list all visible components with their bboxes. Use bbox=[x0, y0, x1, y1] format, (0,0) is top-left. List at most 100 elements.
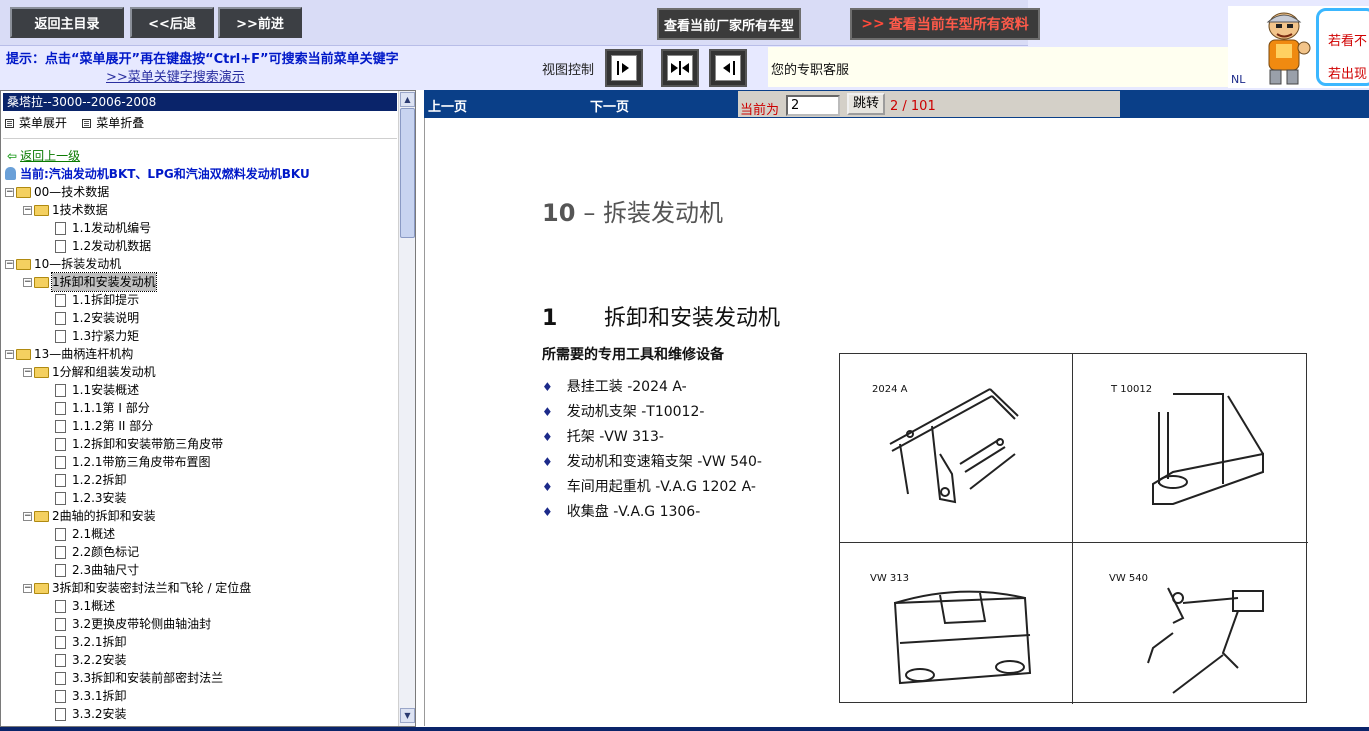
tools-heading: 所需要的专用工具和维修设备 bbox=[542, 347, 724, 363]
collapse-toggle-icon[interactable]: − bbox=[5, 187, 14, 197]
tree-node-label: 2.2颜色标记 bbox=[72, 545, 140, 559]
tree-doc-node[interactable]: 3.3.1拆卸 bbox=[55, 687, 127, 705]
tree-doc-node[interactable]: 2.2颜色标记 bbox=[55, 543, 139, 561]
tree-doc-node[interactable]: 1.2发动机数据 bbox=[55, 237, 151, 255]
tree-doc-node[interactable]: 3.2更换皮带轮侧曲轴油封 bbox=[55, 615, 211, 633]
tree-node-label: 3.2.2安装 bbox=[72, 653, 127, 667]
tree-doc-node[interactable]: 3.3.2安装 bbox=[55, 705, 127, 723]
tree-node-label: 3.2更换皮带轮侧曲轴油封 bbox=[72, 617, 212, 631]
tree-node-label: 3.3.2安装 bbox=[72, 707, 127, 721]
collapse-toggle-icon[interactable]: − bbox=[23, 367, 32, 377]
tree-node-label: 1技术数据 bbox=[52, 203, 108, 217]
tree-doc-node[interactable]: 3.1概述 bbox=[55, 597, 115, 615]
back-up-link[interactable]: ⇦ 返回上一级 bbox=[7, 147, 80, 164]
collapse-all-button[interactable]: 菜单折叠 bbox=[82, 116, 144, 130]
tree-doc-node[interactable]: 3.2.1拆卸 bbox=[55, 633, 127, 651]
split-arrows-icon bbox=[667, 55, 693, 81]
jump-button[interactable]: 跳转 bbox=[847, 93, 885, 115]
document-icon bbox=[55, 455, 66, 469]
tool-name: 托架 -VW 313- bbox=[566, 429, 664, 445]
tree-folder-node[interactable]: − 1拆卸和安装发动机 bbox=[23, 272, 157, 292]
tree-folder-node[interactable]: − 00—技术数据 bbox=[5, 183, 109, 201]
tool-list-item: ♦ 发动机和变速箱支架 -VW 540- bbox=[542, 451, 762, 471]
diamond-bullet-icon: ♦ bbox=[542, 405, 553, 419]
home-button[interactable]: 返回主目录 bbox=[10, 7, 124, 38]
bracket-icon bbox=[893, 590, 1032, 685]
tree-node-label: 2.1概述 bbox=[72, 527, 116, 541]
collapse-icon bbox=[82, 119, 92, 128]
tree-doc-node[interactable]: 1.2.1带筋三角皮带布置图 bbox=[55, 453, 211, 471]
expand-all-button[interactable]: 菜单展开 bbox=[5, 116, 67, 130]
collapse-toggle-icon[interactable]: − bbox=[5, 349, 14, 359]
tree-folder-node[interactable]: − 3拆卸和安装密封法兰和飞轮 / 定位盘 bbox=[23, 579, 251, 597]
tree-doc-node[interactable]: 1.1发动机编号 bbox=[55, 219, 151, 237]
tree-doc-node[interactable]: 1.2安装说明 bbox=[55, 309, 139, 327]
tree-doc-node[interactable]: 1.1安装概述 bbox=[55, 381, 139, 399]
document-icon bbox=[55, 401, 66, 415]
collapse-toggle-icon[interactable]: − bbox=[23, 511, 32, 521]
tree-scrollbar[interactable]: ▲ ▼ bbox=[398, 91, 415, 726]
document-icon bbox=[55, 545, 66, 559]
tree-folder-node[interactable]: − 13—曲柄连杆机构 bbox=[5, 345, 133, 363]
status-strip bbox=[0, 727, 1369, 731]
collapse-toggle-icon[interactable]: − bbox=[23, 205, 32, 215]
tree-doc-node[interactable]: 1.2.3安装 bbox=[55, 489, 127, 507]
tree-folder-node[interactable]: − 10—拆装发动机 bbox=[5, 255, 121, 273]
document-icon bbox=[55, 707, 66, 721]
tool-name: 收集盘 -V.A.G 1306- bbox=[566, 504, 701, 520]
banner-nl-text: NL bbox=[1231, 73, 1246, 86]
tree-folder-node[interactable]: − 1技术数据 bbox=[23, 201, 108, 219]
engine-support-icon bbox=[1152, 393, 1264, 505]
all-model-info-label: 查看当前车型所有资料 bbox=[888, 17, 1029, 33]
view-split-button[interactable] bbox=[661, 49, 699, 87]
collapse-toggle-icon[interactable]: − bbox=[23, 583, 32, 593]
search-demo-link[interactable]: >>菜单关键字搜索演示 bbox=[106, 66, 245, 85]
tree-doc-node[interactable]: 1.2拆卸和安装带筋三角皮带 bbox=[55, 435, 223, 453]
divider bbox=[3, 138, 397, 139]
diamond-bullet-icon: ♦ bbox=[542, 430, 553, 444]
tree-doc-node[interactable]: 3.2.2安装 bbox=[55, 651, 127, 669]
tree-folder-node[interactable]: − 1分解和组装发动机 bbox=[23, 363, 156, 381]
document-icon bbox=[55, 563, 66, 577]
prev-page-link[interactable]: 上一页 bbox=[428, 96, 467, 115]
tree-node-label: 2.3曲轴尺寸 bbox=[72, 563, 140, 577]
collapse-toggle-icon[interactable]: − bbox=[23, 277, 32, 287]
menu-tree-panel: 桑塔拉--3000--2006-2008 菜单展开 菜单折叠 ⇦ 返回上一级 当前… bbox=[0, 90, 416, 727]
view-expand-left-button[interactable] bbox=[709, 49, 747, 87]
tree-doc-node[interactable]: 3.3拆卸和安装前部密封法兰 bbox=[55, 669, 223, 687]
tree-node-label: 1.1.2第 II 部分 bbox=[72, 419, 154, 433]
document-icon bbox=[55, 689, 66, 703]
scroll-up-arrow-icon[interactable]: ▲ bbox=[400, 92, 415, 107]
tree-doc-node[interactable]: 1.1.2第 II 部分 bbox=[55, 417, 153, 435]
page-number-input[interactable]: 2 bbox=[786, 95, 840, 116]
tool-image-t10012: T 10012 bbox=[1073, 354, 1306, 542]
tool-name: 悬挂工装 -2024 A- bbox=[566, 379, 687, 395]
collapse-toggle-icon[interactable]: − bbox=[5, 259, 14, 269]
back-arrow-icon: ⇦ bbox=[7, 149, 18, 163]
document-icon bbox=[55, 329, 66, 343]
tree-node-label: 00—技术数据 bbox=[34, 185, 110, 199]
scroll-down-arrow-icon[interactable]: ▼ bbox=[400, 708, 415, 723]
scroll-thumb[interactable] bbox=[400, 108, 415, 238]
all-model-info-button[interactable]: >> 查看当前车型所有资料 bbox=[850, 8, 1040, 40]
tree-doc-node[interactable]: 1.2.2拆卸 bbox=[55, 471, 127, 489]
tree-doc-node[interactable]: 2.1概述 bbox=[55, 525, 115, 543]
tree-folder-node[interactable]: − 2曲轴的拆卸和安装 bbox=[23, 507, 156, 525]
view-expand-right-button[interactable] bbox=[605, 49, 643, 87]
tool-image-2024a: 2024 A bbox=[840, 354, 1073, 542]
tree-doc-node[interactable]: 1.1.1第 I 部分 bbox=[55, 399, 150, 417]
folder-open-icon bbox=[34, 510, 49, 522]
back-button[interactable]: <<后退 bbox=[130, 7, 214, 38]
ad-line-2: 若出现 bbox=[1328, 67, 1368, 82]
forward-button[interactable]: >>前进 bbox=[218, 7, 302, 38]
document-icon bbox=[55, 419, 66, 433]
tree-doc-node[interactable]: 2.3曲轴尺寸 bbox=[55, 561, 139, 579]
diamond-bullet-icon: ♦ bbox=[542, 380, 553, 394]
engine-icon bbox=[5, 167, 16, 180]
maker-models-button[interactable]: 查看当前厂家所有车型 bbox=[657, 8, 801, 40]
chapter-title: 10– 拆装发动机 bbox=[542, 199, 724, 227]
ad-line-1: 若看不 bbox=[1328, 34, 1368, 49]
tree-doc-node[interactable]: 1.3拧紧力矩 bbox=[55, 327, 139, 345]
next-page-link[interactable]: 下一页 bbox=[590, 96, 629, 115]
tree-doc-node[interactable]: 1.1拆卸提示 bbox=[55, 291, 139, 309]
